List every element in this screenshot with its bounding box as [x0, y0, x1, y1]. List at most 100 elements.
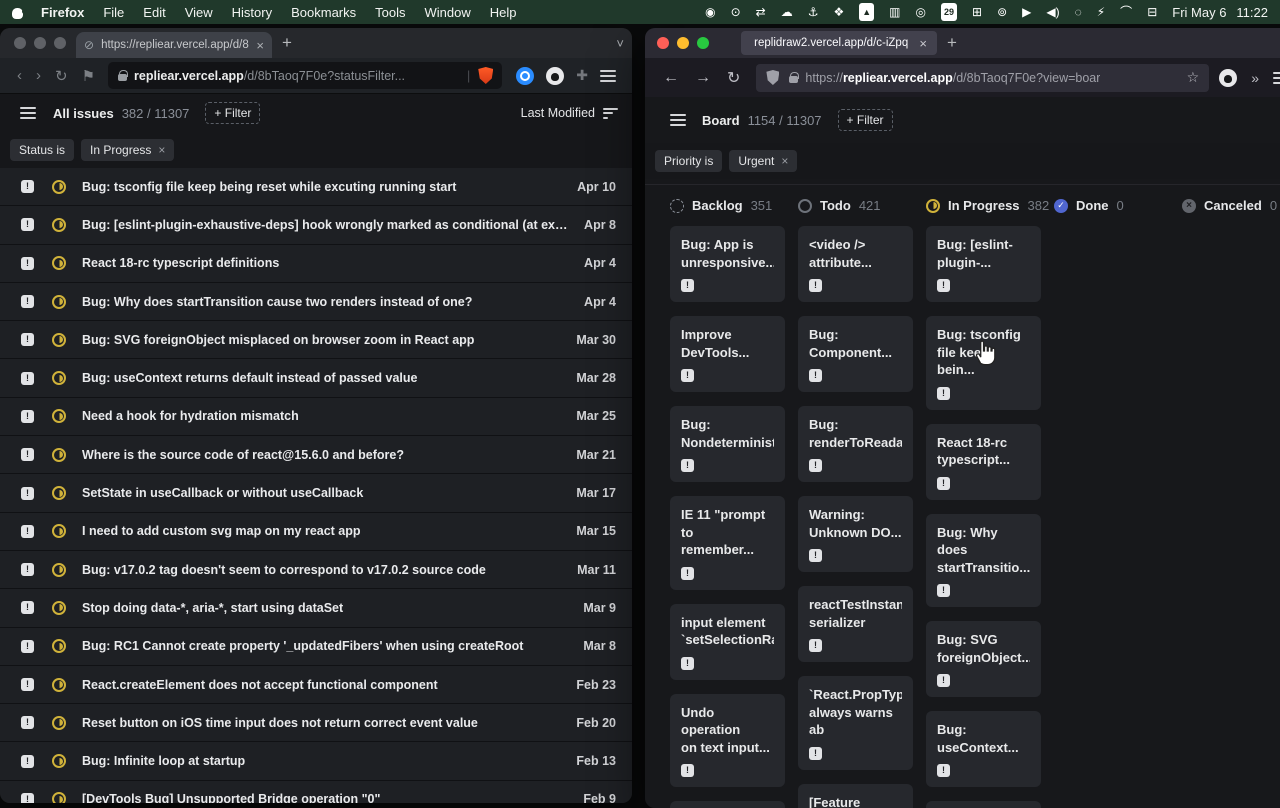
new-tab-button[interactable]: +	[947, 33, 957, 53]
urgent-priority-icon[interactable]: !	[21, 716, 34, 729]
close-window-button[interactable]	[657, 37, 669, 49]
issue-card[interactable]: <video /> attribute...!	[798, 226, 913, 302]
overflow-menu-icon[interactable]: »	[1251, 70, 1259, 86]
urgent-priority-icon[interactable]: !	[21, 487, 34, 500]
issue-card[interactable]: [Feature request] expo...!	[798, 784, 913, 808]
user-switch-icon[interactable]: ⊟	[1147, 4, 1157, 20]
wifi-icon[interactable]: ⌒	[1120, 4, 1132, 20]
issue-card[interactable]: Bug: [eslint- plugin-...!	[926, 226, 1041, 302]
bookmark-star-icon[interactable]: ☆	[1187, 69, 1200, 86]
sidebar-menu-icon[interactable]	[670, 111, 686, 129]
dropbox-icon[interactable]: ❖	[833, 4, 844, 20]
issue-card[interactable]: Improve DevTools...!	[670, 316, 785, 392]
urgent-priority-icon[interactable]: !	[21, 295, 34, 308]
tracking-protection-shield-icon[interactable]	[766, 70, 779, 85]
browser-menu-icon[interactable]	[600, 67, 616, 85]
issue-row[interactable]: !Bug: tsconfig file keep being reset whi…	[0, 168, 632, 206]
issue-card[interactable]: input element `setSelectionRa!	[670, 604, 785, 680]
urgent-priority-icon[interactable]: !	[21, 525, 34, 538]
onepassword-icon[interactable]: ◎	[916, 4, 926, 20]
add-filter-button[interactable]: + Filter	[205, 102, 260, 124]
issue-row[interactable]: !Bug: RC1 Cannot create property '_updat…	[0, 628, 632, 666]
issue-card[interactable]: Bug: SVG foreignObject...!	[926, 621, 1041, 697]
issue-card[interactable]: Bug: Component...!	[798, 316, 913, 392]
issue-row[interactable]: !Bug: Why does startTransition cause two…	[0, 283, 632, 321]
urgent-priority-icon[interactable]: !	[21, 640, 34, 653]
issue-card[interactable]: reactTestInstanc serializer!	[798, 586, 913, 662]
close-tab-icon[interactable]: ×	[919, 36, 927, 51]
issue-row[interactable]: !SetState in useCallback or without useC…	[0, 474, 632, 512]
menu-help[interactable]: Help	[490, 5, 517, 20]
urgent-priority-icon[interactable]: !	[21, 678, 34, 691]
menu-history[interactable]: History	[232, 5, 272, 20]
issue-row[interactable]: !Bug: [eslint-plugin-exhaustive-deps] ho…	[0, 206, 632, 244]
add-filter-button[interactable]: + Filter	[838, 109, 893, 131]
urgent-priority-icon[interactable]: !	[21, 180, 34, 193]
issue-card[interactable]: Bug: App is unresponsive...!	[670, 226, 785, 302]
urgent-priority-icon[interactable]: !	[21, 410, 34, 423]
columns-icon[interactable]: ▥	[889, 4, 900, 20]
urgent-priority-icon[interactable]: !	[21, 257, 34, 270]
urgent-priority-icon[interactable]: !	[21, 755, 34, 768]
urgent-priority-icon[interactable]: !	[21, 218, 34, 231]
sidebar-menu-icon[interactable]	[20, 104, 36, 122]
play-icon[interactable]: ▶	[1022, 4, 1031, 20]
assistant-icon[interactable]: ◌	[1075, 4, 1082, 20]
issue-card[interactable]: Undo operation on text input...!	[670, 694, 785, 788]
urgent-priority-icon[interactable]: !	[21, 793, 34, 803]
issue-card[interactable]: Bug: Nondeterminist.!	[670, 406, 785, 482]
issue-card[interactable]: Bug: renderToReadab!	[798, 406, 913, 482]
docker-icon[interactable]: ⚓	[808, 4, 819, 20]
issue-row[interactable]: !Bug: SVG foreignObject misplaced on bro…	[0, 321, 632, 359]
bookmark-icon[interactable]: ⚑	[82, 67, 95, 85]
menu-tools[interactable]: Tools	[375, 5, 405, 20]
zoom-window-button[interactable]	[697, 37, 709, 49]
minimize-window-button[interactable]	[34, 37, 46, 49]
urgent-priority-icon[interactable]: !	[21, 563, 34, 576]
menu-firefox[interactable]: Firefox	[41, 5, 84, 20]
account-icon[interactable]	[1219, 69, 1237, 87]
calendar-icon[interactable]: 29	[941, 3, 957, 21]
issue-row[interactable]: !Bug: v17.0.2 tag doesn't seem to corres…	[0, 551, 632, 589]
menu-view[interactable]: View	[185, 5, 213, 20]
issue-row[interactable]: !Need a hook for hydration mismatchMar 2…	[0, 398, 632, 436]
power-icon[interactable]: ⊚	[997, 4, 1007, 20]
back-icon[interactable]: ‹	[17, 67, 22, 84]
issue-card[interactable]: `React.PropType always warns ab!	[798, 676, 913, 770]
issue-row[interactable]: !Bug: useContext returns default instead…	[0, 359, 632, 397]
remove-filter-icon[interactable]: ×	[781, 154, 788, 168]
filter-chip[interactable]: Priority is	[655, 150, 722, 172]
sort-control[interactable]: Last Modified	[521, 105, 618, 121]
brave-shield-icon[interactable]	[478, 67, 493, 84]
browser-tab[interactable]: ⊘ https://repliear.vercel.app/d/8b ×	[76, 32, 272, 58]
browser-tab[interactable]: replidraw2.vercel.app/d/c-iZpq ×	[741, 31, 937, 55]
issue-card[interactable]: Bug: Why does startTransitio...!	[926, 514, 1041, 608]
zoom-window-button[interactable]	[54, 37, 66, 49]
github-extension-icon[interactable]	[546, 67, 564, 85]
issue-card[interactable]: Need a hook for hydration...!	[926, 801, 1041, 808]
minimize-window-button[interactable]	[677, 37, 689, 49]
filter-chip[interactable]: Status is	[10, 139, 74, 161]
apple-menu-icon[interactable]	[12, 5, 25, 20]
close-tab-icon[interactable]: ×	[256, 38, 264, 53]
issue-row[interactable]: !I need to add custom svg map on my reac…	[0, 513, 632, 551]
issue-card[interactable]: Support asynchronous...!	[670, 801, 785, 808]
issue-card[interactable]: React 18-rc typescript...!	[926, 424, 1041, 500]
issue-card[interactable]: Bug: tsconfig file keep bein...!	[926, 316, 1041, 410]
issue-row[interactable]: !React.createElement does not accept fun…	[0, 666, 632, 704]
menu-edit[interactable]: Edit	[143, 5, 165, 20]
tab-search-chevron-icon[interactable]: ˅	[616, 36, 624, 51]
close-window-button[interactable]	[14, 37, 26, 49]
extensions-puzzle-icon[interactable]: ✚	[576, 67, 588, 84]
remove-filter-icon[interactable]: ×	[158, 143, 165, 157]
menu-bookmarks[interactable]: Bookmarks	[291, 5, 356, 20]
volume-icon[interactable]: ◀)	[1046, 4, 1059, 20]
urgent-priority-icon[interactable]: !	[21, 333, 34, 346]
menu-file[interactable]: File	[103, 5, 124, 20]
filter-chip[interactable]: Urgent×	[729, 150, 797, 172]
vercel-icon[interactable]: ▲	[859, 3, 874, 21]
issue-card[interactable]: IE 11 "prompt to remember...!	[670, 496, 785, 590]
issue-row[interactable]: !Reset button on iOS time input does not…	[0, 704, 632, 742]
issue-card[interactable]: Warning: Unknown DO...!	[798, 496, 913, 572]
forward-icon[interactable]: ›	[36, 67, 41, 84]
